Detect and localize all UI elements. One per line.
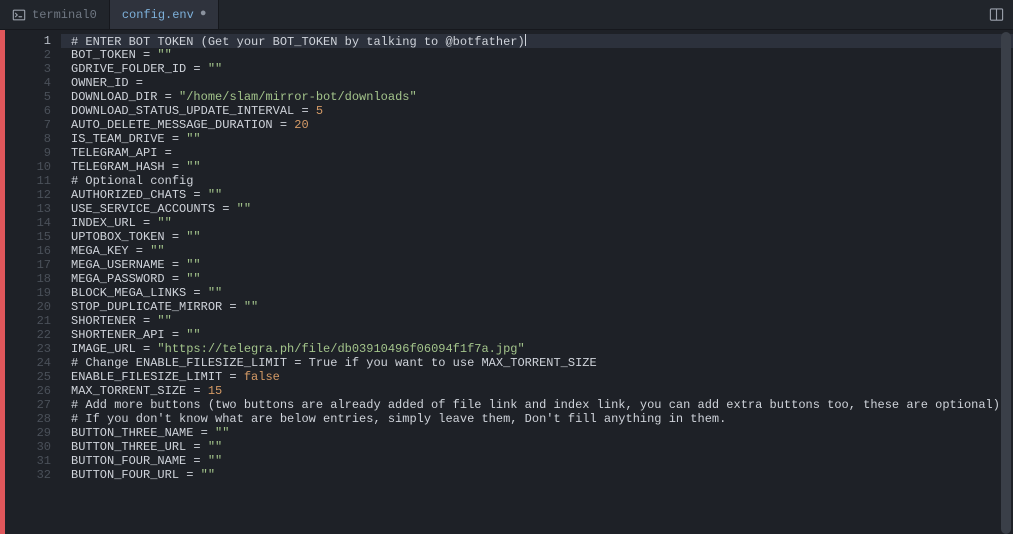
code-line: IMAGE_URL = "https://telegra.ph/file/db0… — [61, 342, 1013, 356]
code-line: # If you don't know what are below entri… — [61, 412, 1013, 426]
line-number-gutter: 1234567891011121314151617181920212223242… — [5, 30, 61, 534]
code-line: AUTO_DELETE_MESSAGE_DURATION = 20 — [61, 118, 1013, 132]
terminal-icon — [12, 8, 26, 22]
code-line: MEGA_USERNAME = "" — [61, 258, 1013, 272]
code-line: SHORTENER_API = "" — [61, 328, 1013, 342]
code-line: GDRIVE_FOLDER_ID = "" — [61, 62, 1013, 76]
code-line: BUTTON_FOUR_URL = "" — [61, 468, 1013, 482]
code-line: BUTTON_THREE_URL = "" — [61, 440, 1013, 454]
code-line: MAX_TORRENT_SIZE = 15 — [61, 384, 1013, 398]
tab-label: terminal0 — [32, 8, 97, 22]
scrollbar-thumb[interactable] — [1001, 32, 1011, 534]
tabbar-spacer — [219, 0, 979, 29]
code-line: ENABLE_FILESIZE_LIMIT = false — [61, 370, 1013, 384]
tab-terminal0[interactable]: terminal0 — [0, 0, 110, 29]
code-line: # Change ENABLE_FILESIZE_LIMIT = True if… — [61, 356, 1013, 370]
code-line: DOWNLOAD_DIR = "/home/slam/mirror-bot/do… — [61, 90, 1013, 104]
code-line: BLOCK_MEGA_LINKS = "" — [61, 286, 1013, 300]
code-line: AUTHORIZED_CHATS = "" — [61, 188, 1013, 202]
code-line: # Optional config — [61, 174, 1013, 188]
code-line: UPTOBOX_TOKEN = "" — [61, 230, 1013, 244]
code-line: BUTTON_FOUR_NAME = "" — [61, 454, 1013, 468]
code-line: IS_TEAM_DRIVE = "" — [61, 132, 1013, 146]
code-line: TELEGRAM_HASH = "" — [61, 160, 1013, 174]
code-line: MEGA_KEY = "" — [61, 244, 1013, 258]
code-line: INDEX_URL = "" — [61, 216, 1013, 230]
code-line: BOT_TOKEN = "" — [61, 48, 1013, 62]
tab-config-env[interactable]: config.env ● — [110, 0, 220, 29]
split-editor-button[interactable] — [979, 0, 1013, 29]
tab-label: config.env — [122, 8, 194, 22]
code-line: STOP_DUPLICATE_MIRROR = "" — [61, 300, 1013, 314]
modified-indicator-icon: ● — [200, 9, 207, 20]
code-line: SHORTENER = "" — [61, 314, 1013, 328]
code-line: TELEGRAM_API = — [61, 146, 1013, 160]
code-line: # ENTER BOT TOKEN (Get your BOT_TOKEN by… — [61, 34, 1013, 48]
editor-area[interactable]: 1234567891011121314151617181920212223242… — [0, 30, 1013, 534]
tab-bar: terminal0 config.env ● — [0, 0, 1013, 30]
code-line: MEGA_PASSWORD = "" — [61, 272, 1013, 286]
code-line: OWNER_ID = — [61, 76, 1013, 90]
code-line: USE_SERVICE_ACCOUNTS = "" — [61, 202, 1013, 216]
code-line: BUTTON_THREE_NAME = "" — [61, 426, 1013, 440]
code-line: # Add more buttons (two buttons are alre… — [61, 398, 1013, 412]
vertical-scrollbar[interactable] — [1001, 32, 1011, 532]
code-content[interactable]: # ENTER BOT TOKEN (Get your BOT_TOKEN by… — [61, 30, 1013, 534]
app-frame: terminal0 config.env ● 12345678910111213… — [0, 0, 1013, 534]
code-line: DOWNLOAD_STATUS_UPDATE_INTERVAL = 5 — [61, 104, 1013, 118]
